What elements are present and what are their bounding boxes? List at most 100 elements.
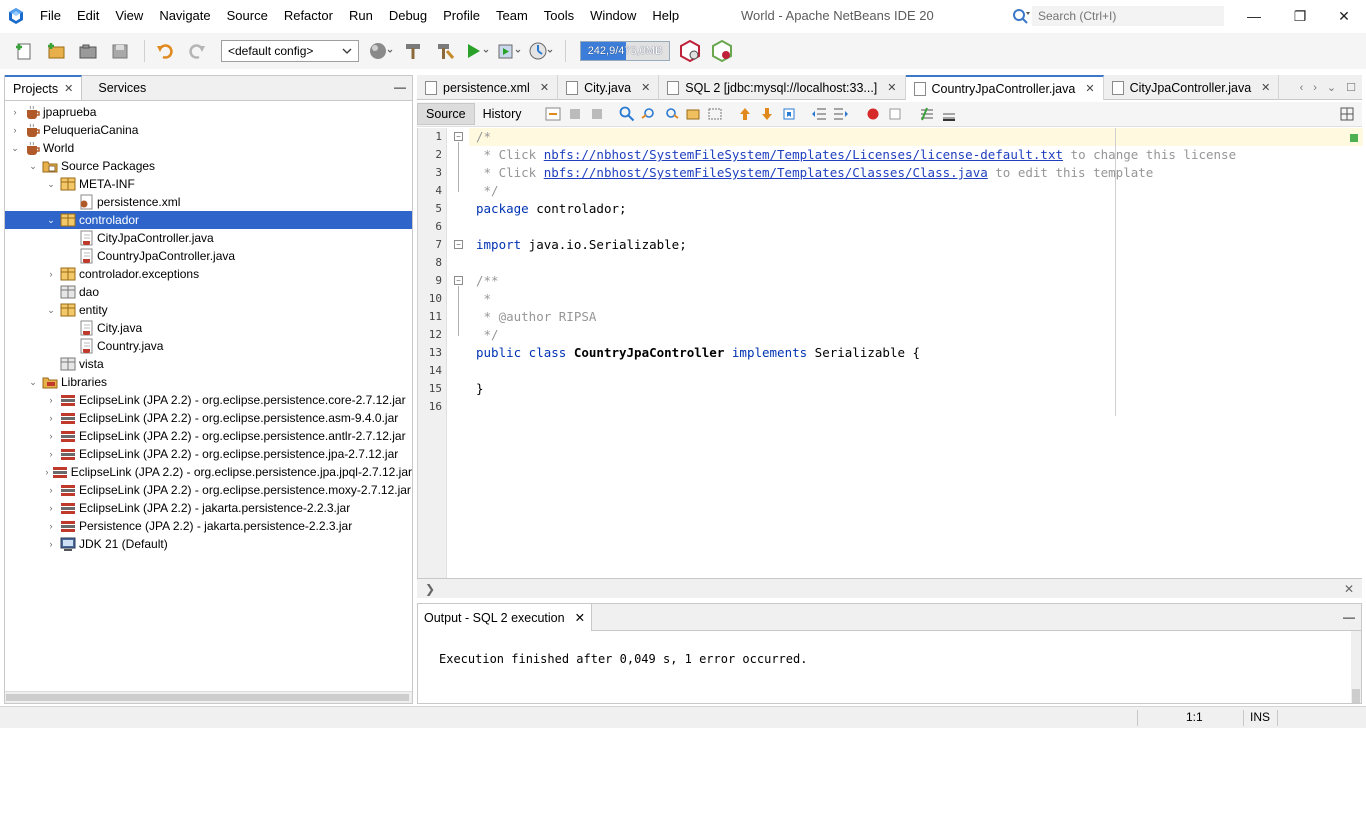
close-icon[interactable]: ✕ — [64, 78, 73, 100]
profile-button[interactable] — [527, 37, 555, 65]
menu-refactor[interactable]: Refactor — [276, 0, 341, 32]
horizontal-scrollbar[interactable] — [5, 691, 412, 703]
run-button[interactable] — [463, 37, 491, 65]
history-tab[interactable]: History — [475, 103, 530, 125]
expand-toggle-icon[interactable]: ⌄ — [9, 139, 21, 157]
gc-button[interactable] — [676, 37, 704, 65]
menu-debug[interactable]: Debug — [381, 0, 435, 32]
snapshot-button[interactable] — [708, 37, 736, 65]
tree-item[interactable]: › EclipseLink (JPA 2.2) - org.eclipse.per… — [5, 445, 412, 463]
redo-button[interactable] — [183, 37, 211, 65]
minimize-button[interactable]: — — [1231, 0, 1277, 32]
start-macro-icon[interactable] — [864, 105, 882, 123]
tree-item[interactable]: ⌄ META-INF — [5, 175, 412, 193]
build-button[interactable] — [399, 37, 427, 65]
tree-item[interactable]: › EclipseLink (JPA 2.2) - org.eclipse.per… — [5, 481, 412, 499]
minimize-panel-button[interactable]: — — [394, 80, 406, 94]
tree-item[interactable]: Country.java — [5, 337, 412, 355]
find-next-icon[interactable] — [662, 105, 680, 123]
memory-indicator[interactable]: 242,9/473,0MB — [580, 41, 670, 61]
toggle-bookmark-icon[interactable] — [780, 105, 798, 123]
menu-view[interactable]: View — [107, 0, 151, 32]
close-icon[interactable]: ✕ — [1085, 82, 1094, 95]
scrollbar-thumb[interactable] — [6, 694, 409, 701]
tree-item[interactable]: › EclipseLink (JPA 2.2) - org.eclipse.per… — [5, 427, 412, 445]
expand-toggle-icon[interactable]: ⌄ — [27, 373, 39, 391]
new-project-button[interactable] — [42, 37, 70, 65]
undo-button[interactable] — [151, 37, 179, 65]
close-icon[interactable]: ✕ — [641, 81, 650, 94]
save-all-button[interactable] — [106, 37, 134, 65]
search-icon[interactable] — [1010, 5, 1032, 27]
tab-sql-2[interactable]: SQL 2 [jdbc:mysql://localhost:33...] ✕ — [659, 75, 906, 100]
config-dropdown[interactable]: <default config> — [221, 40, 359, 62]
menu-window[interactable]: Window — [582, 0, 644, 32]
tree-item[interactable]: ⌄ entity — [5, 301, 412, 319]
menu-run[interactable]: Run — [341, 0, 381, 32]
tab-list-icon[interactable]: ⌄ — [1327, 81, 1336, 94]
tree-item[interactable]: › EclipseLink (JPA 2.2) - jakarta.persist… — [5, 499, 412, 517]
template-link[interactable]: nbfs://nbhost/SystemFileSystem/Templates… — [544, 165, 988, 180]
tab-projects[interactable]: Projects ✕ — [5, 75, 83, 100]
tree-item[interactable]: ⌄ controlador — [5, 211, 412, 229]
new-file-button[interactable] — [10, 37, 38, 65]
maximize-button[interactable]: ❐ — [1277, 0, 1323, 32]
browser-button[interactable] — [367, 37, 395, 65]
close-icon[interactable]: ✕ — [575, 610, 585, 625]
toggle-highlight-icon[interactable] — [684, 105, 702, 123]
previous-bookmark-icon[interactable] — [736, 105, 754, 123]
collapse-toggle-icon[interactable]: › — [9, 103, 21, 121]
rect-select-icon[interactable] — [706, 105, 724, 123]
shift-right-icon[interactable] — [832, 105, 850, 123]
find-icon[interactable] — [618, 105, 636, 123]
menu-team[interactable]: Team — [488, 0, 536, 32]
tab-output-sql[interactable]: Output - SQL 2 execution ✕ — [418, 604, 593, 631]
tree-item[interactable]: › EclipseLink (JPA 2.2) - org.eclipse.per… — [5, 409, 412, 427]
forward-icon[interactable] — [588, 105, 606, 123]
menu-source[interactable]: Source — [219, 0, 276, 32]
tree-item[interactable]: dao — [5, 283, 412, 301]
search-input[interactable] — [1032, 6, 1224, 26]
tree-item[interactable]: › EclipseLink (JPA 2.2) - org.eclipse.per… — [5, 463, 412, 481]
tree-item[interactable]: › EclipseLink (JPA 2.2) - org.eclipse.per… — [5, 391, 412, 409]
expand-toggle-icon[interactable]: ⌄ — [45, 301, 57, 319]
tree-item[interactable]: › PeluqueriaCanina — [5, 121, 412, 139]
expand-icon[interactable]: ❯ — [425, 582, 435, 596]
last-edit-icon[interactable] — [544, 105, 562, 123]
close-icon[interactable]: ✕ — [1261, 81, 1270, 94]
clean-build-button[interactable] — [431, 37, 459, 65]
menu-file[interactable]: File — [32, 0, 69, 32]
fold-marker[interactable]: − — [454, 240, 463, 249]
menu-navigate[interactable]: Navigate — [151, 0, 218, 32]
fold-marker[interactable]: − — [454, 276, 463, 285]
minimize-panel-button[interactable]: — — [1343, 610, 1355, 624]
tree-item[interactable]: › controlador.exceptions — [5, 265, 412, 283]
tree-item[interactable]: CityJpaController.java — [5, 229, 412, 247]
menu-help[interactable]: Help — [644, 0, 687, 32]
scroll-left-icon[interactable]: ‹ — [1300, 82, 1304, 94]
menu-profile[interactable]: Profile — [435, 0, 488, 32]
tree-item[interactable]: ⌄ Source Packages — [5, 157, 412, 175]
error-stripe-ok-marker[interactable] — [1350, 134, 1358, 142]
collapse-toggle-icon[interactable]: › — [45, 499, 57, 517]
debug-button[interactable] — [495, 37, 523, 65]
tab-persistence-xml[interactable]: persistence.xml ✕ — [417, 75, 559, 100]
tree-item[interactable]: › Persistence (JPA 2.2) - jakarta.persist… — [5, 517, 412, 535]
expand-toggle-icon[interactable]: ⌄ — [45, 175, 57, 193]
collapse-toggle-icon[interactable]: › — [45, 409, 57, 427]
collapse-toggle-icon[interactable]: › — [45, 535, 57, 553]
collapse-toggle-icon[interactable]: › — [45, 265, 57, 283]
shift-left-icon[interactable] — [810, 105, 828, 123]
tree-item[interactable]: CountryJpaController.java — [5, 247, 412, 265]
tab-country-jpa-controller[interactable]: CountryJpaController.java ✕ — [905, 75, 1104, 100]
close-icon[interactable]: ✕ — [1344, 582, 1354, 596]
menu-edit[interactable]: Edit — [69, 0, 107, 32]
tree-item[interactable]: › jpaprueba — [5, 103, 412, 121]
tab-city-jpa-controller[interactable]: CityJpaController.java ✕ — [1104, 75, 1280, 100]
back-icon[interactable] — [566, 105, 584, 123]
expand-toggle-icon[interactable]: ⌄ — [27, 157, 39, 175]
collapse-toggle-icon[interactable]: › — [45, 517, 57, 535]
collapse-toggle-icon[interactable]: › — [45, 427, 57, 445]
close-icon[interactable]: ✕ — [887, 81, 896, 94]
close-button[interactable]: ✕ — [1321, 0, 1366, 32]
